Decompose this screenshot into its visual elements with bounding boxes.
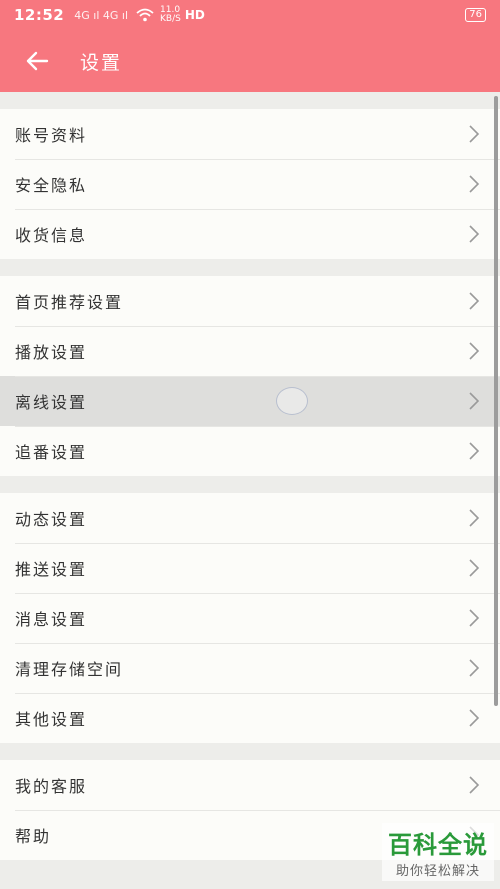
settings-item-message[interactable]: 消息设置	[0, 593, 500, 643]
chevron-right-icon	[469, 709, 480, 727]
chevron-right-icon	[469, 225, 480, 243]
settings-item-playback[interactable]: 播放设置	[0, 326, 500, 376]
status-time: 12:52	[14, 6, 65, 24]
settings-item-offline[interactable]: 离线设置	[0, 376, 500, 426]
chevron-right-icon	[469, 509, 480, 527]
settings-group-general: 动态设置 推送设置 消息设置 清理存储空间 其他设置	[0, 493, 500, 743]
settings-group-playback: 首页推荐设置 播放设置 离线设置 追番设置	[0, 276, 500, 476]
settings-item-shipping-info[interactable]: 收货信息	[0, 209, 500, 259]
chevron-right-icon	[469, 559, 480, 577]
settings-list: 账号资料 安全隐私 收货信息 首页推荐设置 播放设置 离线设置 追番设置 动态设…	[0, 92, 500, 860]
wifi-icon	[136, 8, 154, 22]
settings-item-push[interactable]: 推送设置	[0, 543, 500, 593]
group-gap	[0, 743, 500, 760]
settings-item-label: 我的客服	[15, 777, 88, 796]
status-bar: 12:52 4G ıl 4G ıl 11.0 KB/S HD 76	[0, 0, 500, 30]
chevron-right-icon	[469, 442, 480, 460]
watermark-title: 百科全说	[388, 831, 488, 859]
settings-item-label: 账号资料	[15, 126, 88, 145]
settings-item-label: 其他设置	[15, 710, 88, 729]
watermark-logo: 百科全说 助你轻松解决	[382, 823, 494, 881]
settings-item-label: 追番设置	[15, 443, 88, 462]
chevron-right-icon	[469, 342, 480, 360]
back-arrow-icon[interactable]	[24, 48, 50, 74]
group-gap	[0, 92, 500, 109]
group-gap	[0, 476, 500, 493]
settings-item-account-profile[interactable]: 账号资料	[0, 109, 500, 159]
settings-item-customer-service[interactable]: 我的客服	[0, 760, 500, 810]
settings-item-security-privacy[interactable]: 安全隐私	[0, 159, 500, 209]
group-gap	[0, 259, 500, 276]
chevron-right-icon	[469, 392, 480, 410]
chevron-right-icon	[469, 659, 480, 677]
page-title: 设置	[80, 51, 123, 74]
settings-item-label: 安全隐私	[15, 176, 88, 195]
settings-item-label: 收货信息	[15, 226, 88, 245]
settings-item-dynamic[interactable]: 动态设置	[0, 493, 500, 543]
speed-unit: KB/S	[160, 14, 181, 24]
settings-item-other[interactable]: 其他设置	[0, 693, 500, 743]
chevron-right-icon	[469, 125, 480, 143]
settings-item-label: 动态设置	[15, 510, 88, 529]
network-speed: 11.0 KB/S	[160, 6, 181, 24]
app-bar: 设置	[0, 30, 500, 92]
settings-group-account: 账号资料 安全隐私 收货信息	[0, 109, 500, 259]
settings-item-label: 首页推荐设置	[15, 293, 124, 312]
signal-icon: 4G ıl 4G ıl	[74, 8, 129, 22]
settings-item-clear-storage[interactable]: 清理存储空间	[0, 643, 500, 693]
scrollbar[interactable]	[494, 96, 498, 706]
chevron-right-icon	[469, 175, 480, 193]
watermark-subtitle: 助你轻松解决	[395, 864, 480, 879]
settings-item-home-recommend[interactable]: 首页推荐设置	[0, 276, 500, 326]
settings-item-label: 消息设置	[15, 610, 88, 629]
chevron-right-icon	[469, 776, 480, 794]
touch-indicator	[276, 387, 308, 415]
hd-badge: HD	[184, 8, 205, 22]
chevron-right-icon	[469, 292, 480, 310]
settings-item-label: 清理存储空间	[15, 660, 124, 679]
settings-item-follow-anime[interactable]: 追番设置	[0, 426, 500, 476]
settings-item-label: 推送设置	[15, 560, 88, 579]
settings-item-label: 帮助	[15, 827, 52, 846]
settings-item-label: 播放设置	[15, 343, 88, 362]
battery-icon: 76	[465, 8, 486, 22]
chevron-right-icon	[469, 609, 480, 627]
settings-item-label: 离线设置	[15, 393, 88, 412]
